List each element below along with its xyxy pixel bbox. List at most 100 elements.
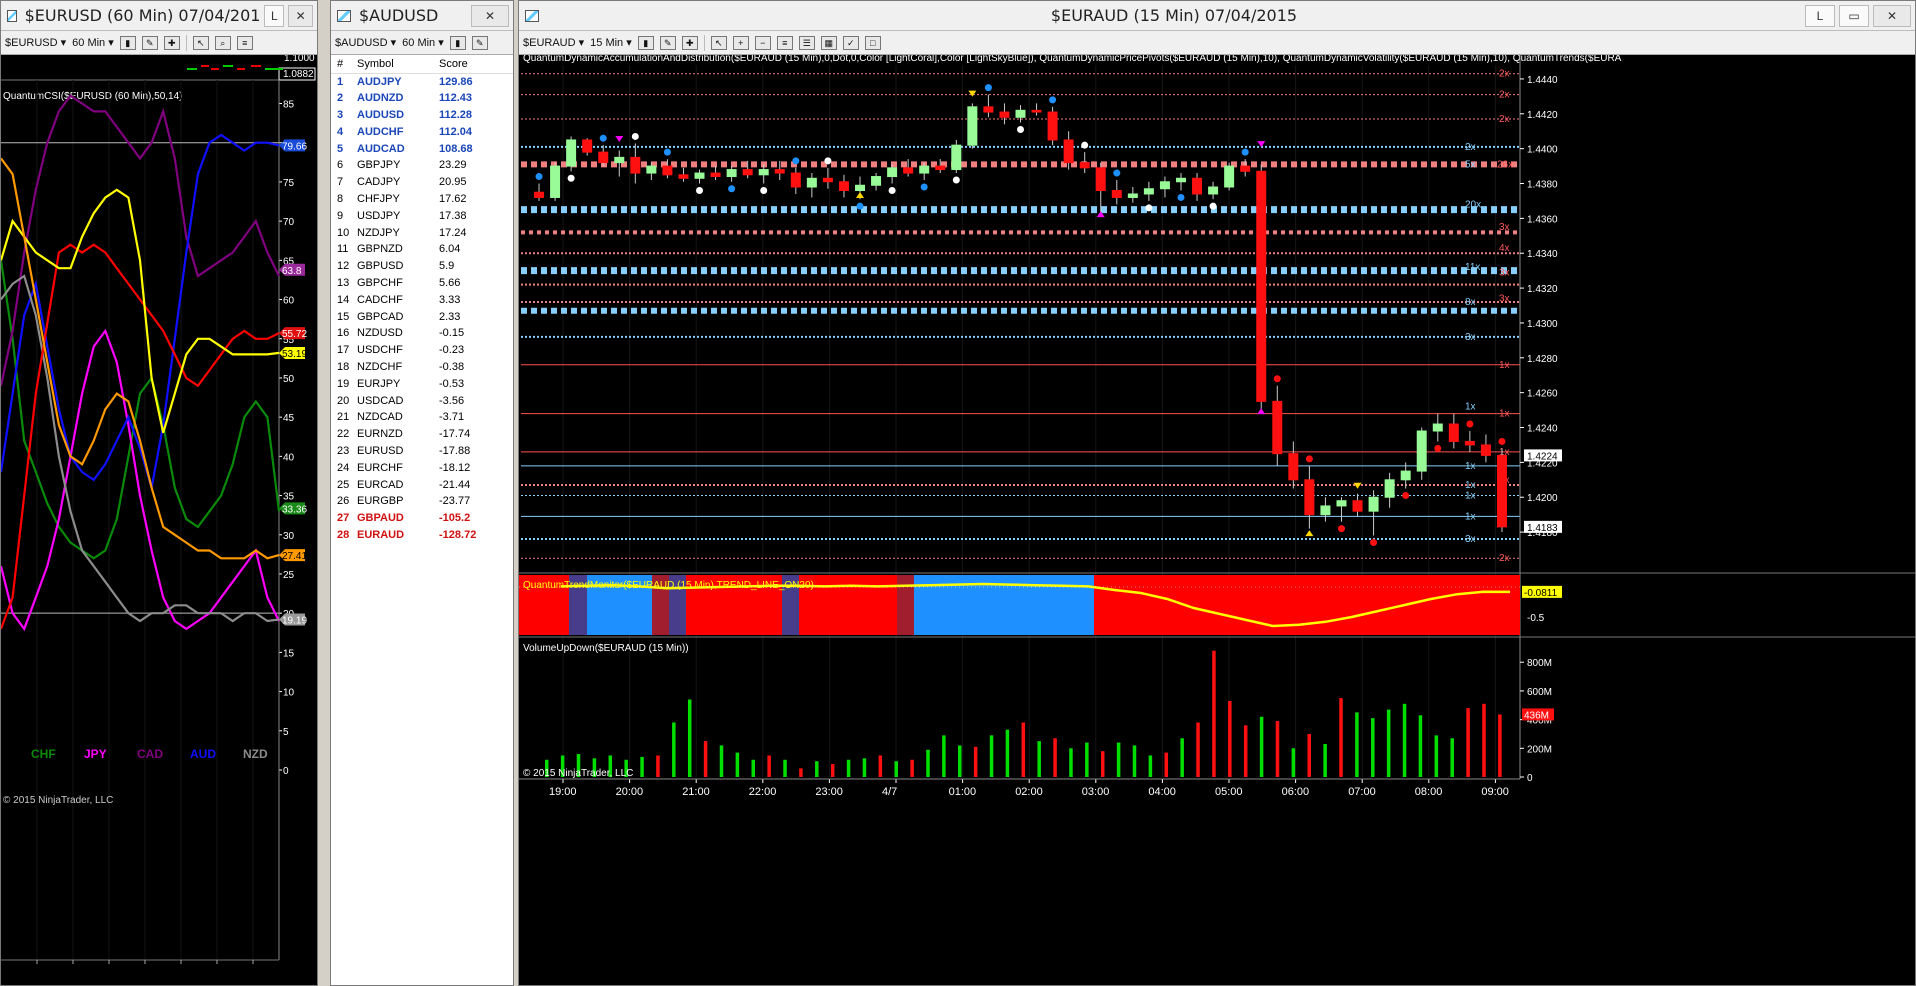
indicator-icon[interactable]: ✚ (681, 35, 698, 50)
restore-button[interactable]: ▭ (1839, 4, 1869, 27)
pencil-icon[interactable]: ✎ (471, 35, 488, 50)
interval-selector[interactable]: 60 Min ▾ (402, 36, 444, 49)
level-label: 2x (1499, 69, 1510, 80)
score-cell-score: 6.04 (439, 243, 461, 256)
score-row[interactable]: 23 EURUSD -17.88 (331, 443, 513, 460)
score-cell-symbol: USDCAD (357, 394, 404, 407)
score-row[interactable]: 10 NZDJPY 17.24 (331, 224, 513, 241)
check-icon[interactable]: ✓ (842, 35, 859, 50)
score-row[interactable]: 28 EURAUD -128.72 (331, 527, 513, 544)
score-cell-score: -0.38 (439, 360, 465, 373)
candle-body (1063, 139, 1074, 164)
score-row[interactable]: 21 NZDCAD -3.71 (331, 409, 513, 426)
col-header-score[interactable]: Score (433, 55, 513, 74)
score-row[interactable]: 17 USDCHF -0.23 (331, 342, 513, 359)
score-row[interactable]: 2 AUDNZD 112.43 (331, 90, 513, 107)
legend-chf: CHF (31, 747, 56, 761)
zoom-out-icon[interactable]: − (754, 35, 771, 50)
interval-selector[interactable]: 60 Min ▾ (72, 36, 114, 49)
accumulation-dot (1370, 539, 1378, 547)
pencil-icon[interactable]: ✎ (141, 35, 158, 50)
score-cell-score: 5.9 (439, 260, 455, 273)
link-button[interactable]: L (264, 4, 285, 27)
instrument-selector[interactable]: $EURUSD ▾ (5, 36, 66, 49)
data-box-icon[interactable]: ▦ (820, 35, 837, 50)
y-tick-label: 5 (283, 727, 289, 738)
properties-icon[interactable]: ≡ (776, 35, 793, 50)
score-row[interactable]: 9 USDJPY 17.38 (331, 207, 513, 224)
score-row[interactable]: 12 GBPUSD 5.9 (331, 258, 513, 275)
time-tick-label: 08:00 (1415, 786, 1443, 798)
score-row[interactable]: 27 GBPAUD -105.2 (331, 510, 513, 527)
score-cell-symbol: AUDUSD (357, 108, 405, 121)
score-row[interactable]: 20 USDCAD -3.56 (331, 392, 513, 409)
score-row[interactable]: 24 EURCHF -18.12 (331, 459, 513, 476)
properties-icon[interactable]: ≡ (236, 35, 253, 50)
bar-type-icon[interactable]: ▮ (449, 35, 466, 50)
score-row[interactable]: 7 CADJPY 20.95 (331, 174, 513, 191)
score-cell-symbol: NZDCAD (357, 411, 403, 424)
candle-body (951, 144, 962, 171)
pencil-icon[interactable]: ✎ (659, 35, 676, 50)
score-row[interactable]: 8 CHFJPY 17.62 (331, 191, 513, 208)
price-indicator-label: QuantumDynamicAccumulationAndDistributio… (523, 55, 1622, 64)
instrument-selector[interactable]: $AUDUSD ▾ (335, 36, 396, 49)
score-row[interactable]: 18 NZDCHF -0.38 (331, 359, 513, 376)
candle-body (1272, 400, 1283, 455)
score-row[interactable]: 5 AUDCAD 108.68 (331, 140, 513, 157)
score-row[interactable]: 11 GBPNZD 6.04 (331, 241, 513, 258)
score-row[interactable]: 14 CADCHF 3.33 (331, 291, 513, 308)
euraud-chart[interactable]: QuantumDynamicAccumulationAndDistributio… (519, 55, 1916, 986)
score-row[interactable]: 26 EURGBP -23.77 (331, 493, 513, 510)
csi-chart[interactable]: 1.1000 1.0882 QuantumCSI($EURUSD (60 Min),… (1, 55, 318, 986)
audusd-titlebar[interactable]: $AUDUSD ✕ (331, 1, 513, 31)
value-badge: 55.72 (279, 327, 307, 340)
cursor-icon[interactable]: ↖ (710, 35, 727, 50)
candle-body (999, 111, 1010, 118)
col-header-symbol[interactable]: Symbol (351, 55, 433, 74)
candle-body (1031, 109, 1042, 113)
close-button[interactable]: ✕ (288, 4, 313, 27)
zoom-icon[interactable]: ⌕ (214, 35, 231, 50)
candle-body (774, 169, 785, 174)
candle (1496, 448, 1507, 533)
volume-bar (719, 745, 724, 777)
window-icon[interactable]: □ (864, 35, 881, 50)
zoom-in-icon[interactable]: + (732, 35, 749, 50)
cursor-icon[interactable]: ↖ (192, 35, 209, 50)
bar-type-icon[interactable]: ▮ (637, 35, 654, 50)
score-cell-symbol: EURCAD (357, 478, 404, 491)
close-button[interactable]: ✕ (1873, 4, 1911, 27)
score-row[interactable]: 13 GBPCHF 5.66 (331, 275, 513, 292)
value-badge: 33.36 (279, 502, 307, 515)
price-tick-label: 1.4280 (1527, 354, 1558, 365)
score-row[interactable]: 6 GBPJPY 23.29 (331, 157, 513, 174)
candle-body (646, 165, 657, 174)
level-label: 1x (1465, 490, 1476, 501)
score-row[interactable]: 3 AUDUSD 112.28 (331, 107, 513, 124)
instrument-selector[interactable]: $EURAUD ▾ (523, 36, 584, 49)
score-row[interactable]: 25 EURCAD -21.44 (331, 476, 513, 493)
euraud-titlebar[interactable]: $EURAUD (15 Min) 07/04/2015 L ▭ ✕ (519, 1, 1915, 31)
bar-type-icon[interactable]: ▮ (119, 35, 136, 50)
score-row[interactable]: 1 AUDJPY 129.86 (331, 73, 513, 90)
col-header-rank[interactable]: # (331, 55, 351, 74)
interval-selector[interactable]: 15 Min ▾ (590, 36, 632, 49)
score-cell-symbol: AUDCHF (357, 125, 404, 138)
indicator-icon[interactable]: ✚ (163, 35, 180, 50)
score-row[interactable]: 16 NZDUSD -0.15 (331, 325, 513, 342)
time-tick-label: 09:00 (1481, 786, 1509, 798)
close-button[interactable]: ✕ (471, 4, 509, 27)
eurusd-titlebar[interactable]: $EURUSD (60 Min) 07/04/201 L ✕ (1, 1, 317, 31)
score-row[interactable]: 15 GBPCAD 2.33 (331, 308, 513, 325)
chart-window-icon (525, 9, 539, 22)
link-button[interactable]: L (1805, 4, 1835, 27)
price-tick-mark (223, 65, 233, 67)
strategy-icon[interactable]: ☰ (798, 35, 815, 50)
accumulation-dot (599, 134, 607, 142)
score-row[interactable]: 19 EURJPY -0.53 (331, 375, 513, 392)
score-row[interactable]: 4 AUDCHF 112.04 (331, 123, 513, 140)
score-row[interactable]: 22 EURNZD -17.74 (331, 426, 513, 443)
score-cell-score: -17.88 (439, 444, 471, 457)
time-tick-label: 02:00 (1015, 786, 1043, 798)
